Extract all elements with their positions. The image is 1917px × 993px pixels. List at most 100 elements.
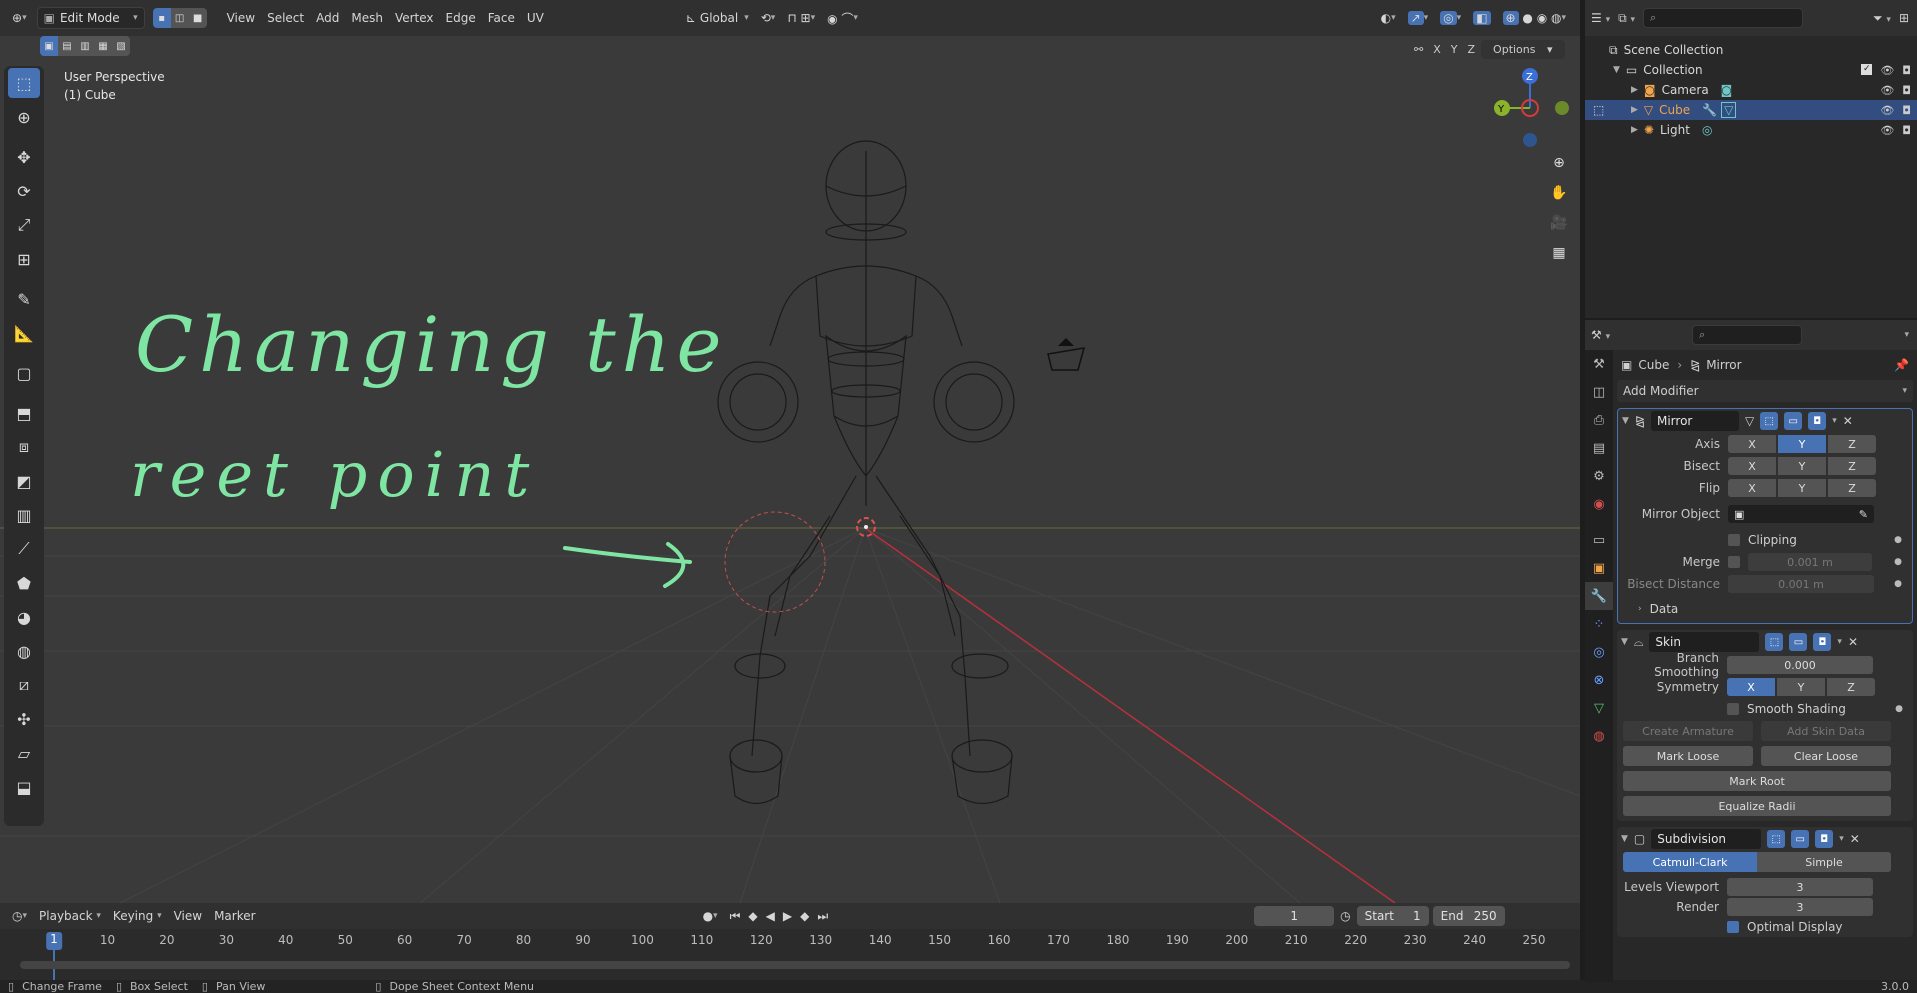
properties-editor[interactable]: ⚒ ▾ ⌕ ▾ ⚒ ◫ ⎙ ▤ ⚙ ◉ ▭ ▣ 🔧 ⁘ ◎ ⊗ ▽ ◍ ▣ Cu… bbox=[1585, 318, 1917, 982]
merge-distance-field[interactable]: 0.001 m bbox=[1748, 553, 1872, 571]
start-frame-field[interactable]: Start 1 bbox=[1356, 906, 1429, 926]
menu-edge[interactable]: Edge bbox=[440, 7, 482, 29]
zoom-icon[interactable]: ⊕ bbox=[1546, 150, 1572, 176]
timeline-editor-type[interactable]: ◷ ▾ bbox=[6, 905, 33, 927]
axis-z-toggle[interactable]: Z bbox=[1464, 41, 1480, 58]
menu-add[interactable]: Add bbox=[310, 7, 345, 29]
cursor-tool-icon[interactable]: ⊕ bbox=[8, 102, 40, 132]
edge-select-icon[interactable]: ◫ bbox=[170, 8, 189, 28]
material-tab-icon[interactable]: ◍ bbox=[1585, 722, 1613, 750]
collection-row[interactable]: ▼ ▭ Collection ✓ 👁 ◘ bbox=[1585, 60, 1917, 80]
collection-tab-icon[interactable]: ▭ bbox=[1585, 526, 1613, 554]
bisect-z[interactable]: Z bbox=[1828, 457, 1876, 475]
menu-timeline-view[interactable]: View bbox=[168, 905, 208, 927]
catmull-clark-button[interactable]: Catmull-Clark bbox=[1623, 852, 1757, 872]
3d-viewport[interactable]: Changing the reet point ⊕ ▾ ▣ Edit Mode ▾… bbox=[0, 0, 1580, 903]
chevron-down-icon[interactable]: ▾ bbox=[1832, 416, 1837, 426]
properties-editor-type-icon[interactable]: ⚒ ▾ bbox=[1591, 328, 1610, 342]
close-icon[interactable]: ✕ bbox=[1843, 414, 1853, 428]
axis-x-toggle[interactable]: X bbox=[1429, 41, 1445, 58]
viewport-toggle-icon[interactable]: ▭ bbox=[1789, 633, 1808, 651]
transform-tool-icon[interactable]: ⊞ bbox=[8, 244, 40, 274]
scene-tab-icon[interactable]: ⚙ bbox=[1585, 462, 1613, 490]
close-icon[interactable]: ✕ bbox=[1850, 832, 1860, 846]
spin-tool-icon[interactable]: ◕ bbox=[8, 602, 40, 632]
edit-cage-icon[interactable]: ▽ bbox=[1745, 414, 1754, 428]
collapse-arrow-icon[interactable]: ▼ bbox=[1622, 416, 1629, 426]
editor-type-button[interactable]: ⊕ ▾ bbox=[6, 7, 33, 29]
loop-cut-tool-icon[interactable]: ▥ bbox=[8, 500, 40, 530]
measure-tool-icon[interactable]: 📐 bbox=[8, 318, 40, 348]
data-tab-icon[interactable]: ▽ bbox=[1585, 694, 1613, 722]
filter-icon[interactable]: ⏷ ▾ bbox=[1873, 11, 1891, 26]
menu-view[interactable]: View bbox=[221, 7, 261, 29]
inset-tool-icon[interactable]: ⧈ bbox=[8, 432, 40, 462]
outliner-item-camera[interactable]: ▶ ◙ Camera ◙ 👁 ◘ bbox=[1585, 80, 1917, 100]
navigation-gizmo[interactable]: Z Y bbox=[1480, 66, 1570, 156]
chevron-down-icon[interactable]: ▾ bbox=[1839, 834, 1844, 844]
mirror-axis-x[interactable]: X bbox=[1728, 435, 1776, 453]
edge-slide-tool-icon[interactable]: ⧄ bbox=[8, 670, 40, 700]
mode-dropdown[interactable]: ▣ Edit Mode ▾ bbox=[36, 7, 145, 29]
mirror-name-field[interactable]: Mirror bbox=[1650, 411, 1739, 431]
options-button[interactable]: Options ▾ bbox=[1481, 40, 1565, 59]
mirror-data-subpanel[interactable]: › Data bbox=[1618, 595, 1912, 623]
bevel-tool-icon[interactable]: ◩ bbox=[8, 466, 40, 496]
menu-marker[interactable]: Marker bbox=[208, 905, 261, 927]
flip-x[interactable]: X bbox=[1728, 479, 1776, 497]
shrink-fatten-tool-icon[interactable]: ✣ bbox=[8, 704, 40, 734]
constraints-tab-icon[interactable]: ⊗ bbox=[1585, 666, 1613, 694]
menu-select[interactable]: Select bbox=[261, 7, 310, 29]
annotate-tool-icon[interactable]: ✎ bbox=[8, 284, 40, 314]
mirror-axis-y[interactable]: Y bbox=[1778, 435, 1826, 453]
new-collection-icon[interactable]: ⊞ bbox=[1899, 11, 1909, 25]
end-frame-field[interactable]: End 250 bbox=[1432, 906, 1505, 926]
select-extend-icon[interactable]: ▤ bbox=[58, 36, 76, 56]
shear-tool-icon[interactable]: ▱ bbox=[8, 738, 40, 768]
subdivision-name-field[interactable]: Subdivision bbox=[1651, 829, 1762, 849]
symmetry-x[interactable]: X bbox=[1727, 678, 1775, 696]
render-toggle-icon[interactable]: ◘ bbox=[1813, 633, 1832, 651]
add-modifier-dropdown[interactable]: Add Modifier ▾ bbox=[1617, 380, 1913, 402]
clear-loose-button[interactable]: Clear Loose bbox=[1761, 746, 1891, 766]
pivot-point-icon[interactable]: ⟲ ▾ bbox=[755, 7, 782, 29]
mark-root-button[interactable]: Mark Root bbox=[1623, 771, 1891, 791]
mesh-symmetry-icon[interactable]: ⚯ bbox=[1410, 41, 1427, 58]
select-invert-icon[interactable]: ▦ bbox=[94, 36, 112, 56]
select-box-tool-icon[interactable]: ⬚ bbox=[8, 68, 40, 98]
edit-mode-toggle-icon[interactable]: ⬚ bbox=[1765, 633, 1784, 651]
create-armature-button[interactable]: Create Armature bbox=[1623, 721, 1753, 741]
merge-checkbox[interactable] bbox=[1728, 556, 1740, 568]
axis-y-toggle[interactable]: Y bbox=[1447, 41, 1462, 58]
record-icon[interactable]: ● ▾ bbox=[697, 905, 724, 927]
flip-y[interactable]: Y bbox=[1778, 479, 1826, 497]
vertex-select-icon[interactable]: ▪ bbox=[152, 8, 171, 28]
extrude-tool-icon[interactable]: ⬒ bbox=[8, 398, 40, 428]
bisect-distance-field[interactable]: 0.001 m bbox=[1728, 575, 1874, 593]
output-tab-icon[interactable]: ⎙ bbox=[1585, 406, 1613, 434]
viewport-toggle-icon[interactable]: ▭ bbox=[1791, 830, 1810, 848]
flip-z[interactable]: Z bbox=[1828, 479, 1876, 497]
mark-loose-button[interactable]: Mark Loose bbox=[1623, 746, 1753, 766]
symmetry-z[interactable]: Z bbox=[1827, 678, 1875, 696]
edit-mode-toggle-icon[interactable]: ⬚ bbox=[1760, 412, 1779, 430]
menu-face[interactable]: Face bbox=[482, 7, 521, 29]
scene-collection-row[interactable]: ⧉ Scene Collection bbox=[1585, 40, 1917, 60]
simple-button[interactable]: Simple bbox=[1757, 852, 1891, 872]
outliner-search-input[interactable]: ⌕ bbox=[1643, 8, 1804, 28]
menu-uv[interactable]: UV bbox=[521, 7, 550, 29]
add-skin-data-button[interactable]: Add Skin Data bbox=[1761, 721, 1891, 741]
knife-tool-icon[interactable]: ⟋ bbox=[8, 534, 40, 564]
ortho-toggle-icon[interactable]: ▦ bbox=[1546, 240, 1572, 266]
render-tab-icon[interactable]: ◫ bbox=[1585, 378, 1613, 406]
bisect-y[interactable]: Y bbox=[1778, 457, 1826, 475]
rip-region-tool-icon[interactable]: ⬓ bbox=[8, 772, 40, 802]
outliner-item-cube[interactable]: ⬚ ▶ ▽ Cube 🔧 ▽ 👁 ◘ bbox=[1585, 100, 1917, 120]
bisect-x[interactable]: X bbox=[1728, 457, 1776, 475]
select-subtract-icon[interactable]: ▥ bbox=[76, 36, 94, 56]
options-chevron-icon[interactable]: ▾ bbox=[1904, 330, 1909, 340]
close-icon[interactable]: ✕ bbox=[1848, 635, 1858, 649]
equalize-radii-button[interactable]: Equalize Radii bbox=[1623, 796, 1891, 816]
snap-icon[interactable]: ⊓ ⊞ ▾ bbox=[781, 7, 821, 29]
render-toggle-icon[interactable]: ◘ bbox=[1808, 412, 1827, 430]
